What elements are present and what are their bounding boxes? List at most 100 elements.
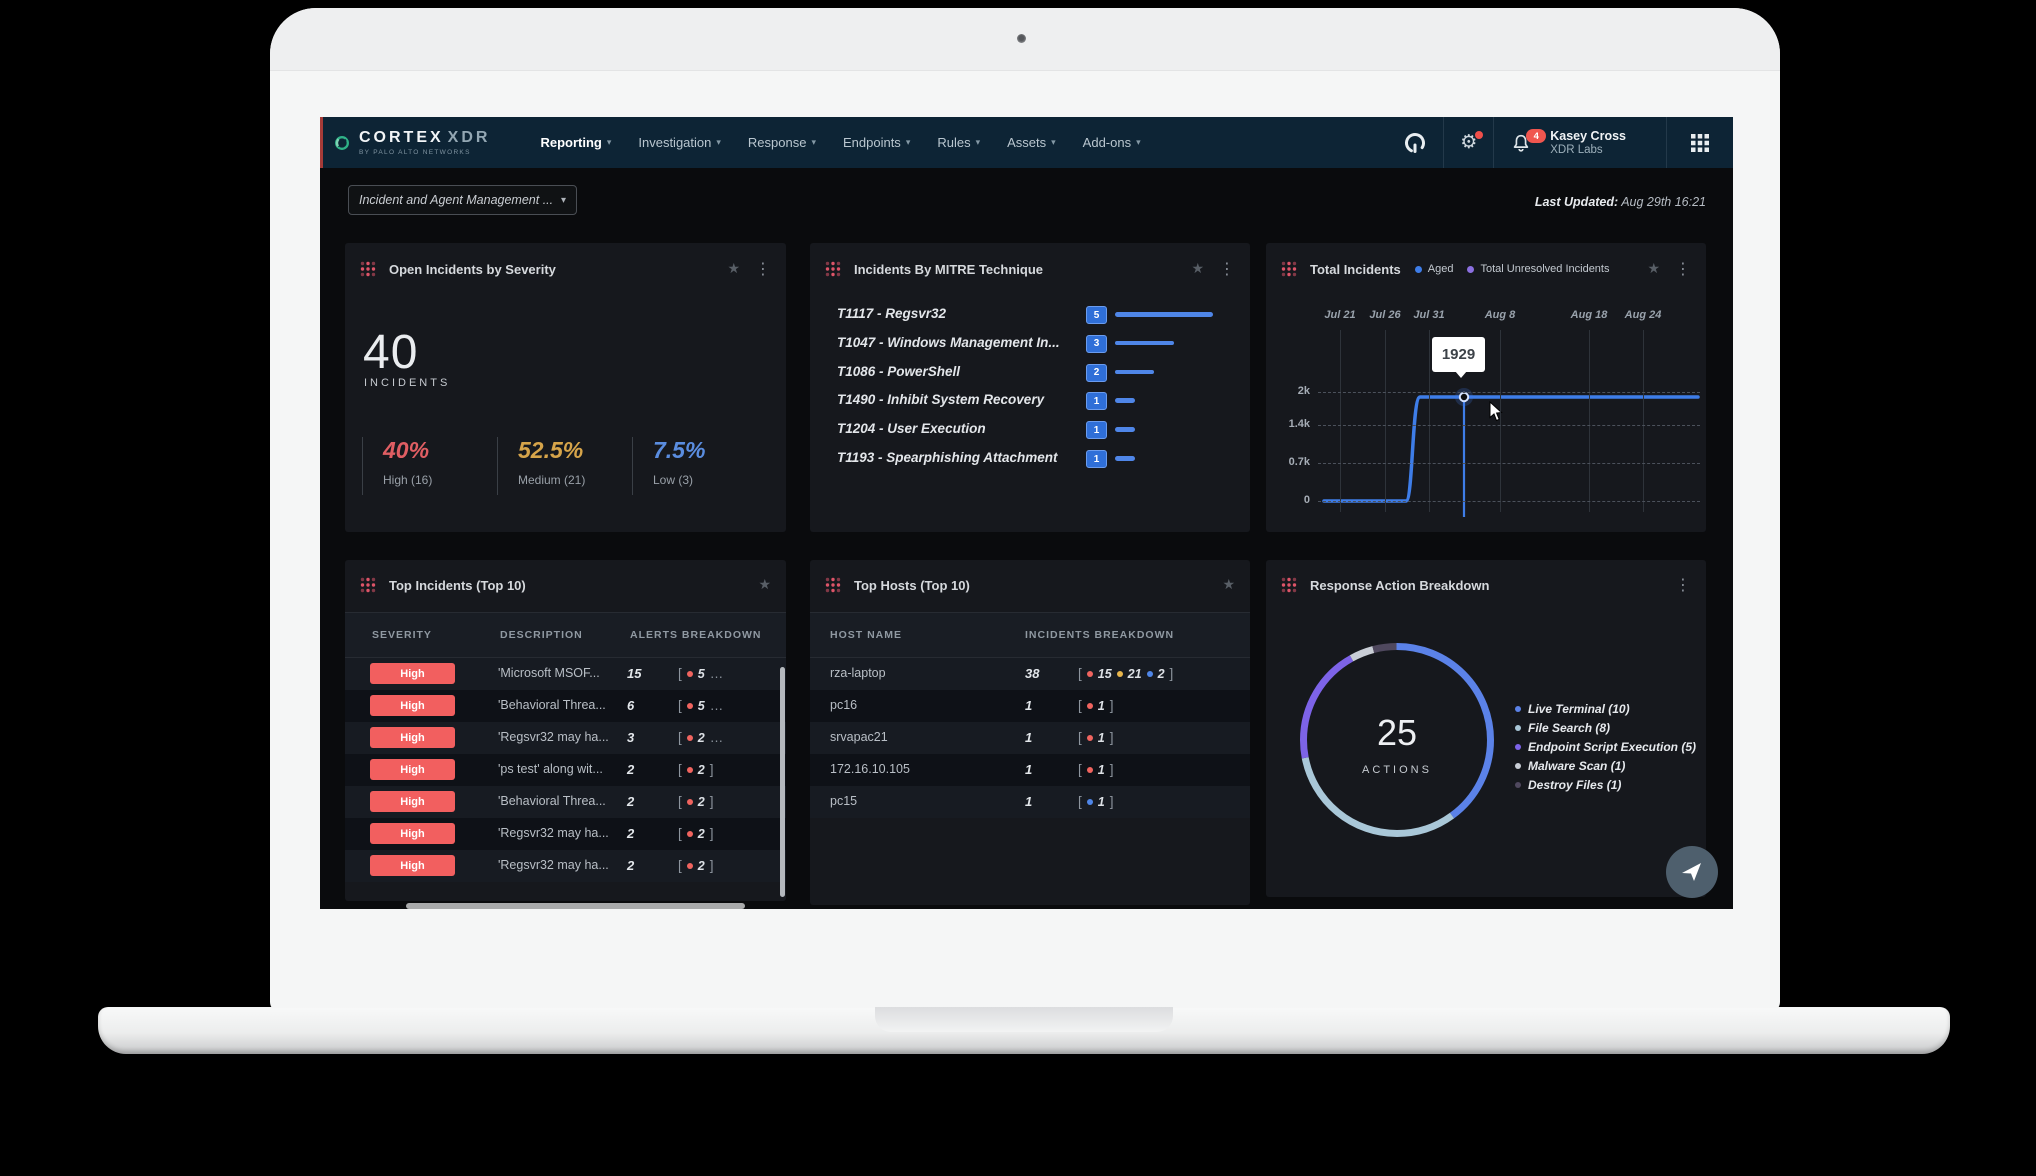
incident-table-row[interactable]: High 'Regsvr32 may ha... 2 [2]: [345, 850, 786, 882]
card-title: Total Incidents: [1310, 262, 1401, 277]
severity-dot: [687, 831, 693, 837]
kebab-menu-icon[interactable]: ⋮: [1675, 261, 1691, 277]
severity-dot: [687, 767, 693, 773]
nav-item-investigation[interactable]: Investigation▾: [638, 135, 721, 150]
donut-center-text: 25 ACTIONS: [1297, 712, 1497, 776]
actions-label: ACTIONS: [1297, 764, 1497, 776]
nav-item-reporting[interactable]: Reporting▾: [540, 135, 611, 150]
settings-gear-icon[interactable]: ⚙: [1444, 117, 1493, 168]
incident-count: 1: [1025, 762, 1032, 777]
incident-description: 'Microsoft MSOF...: [498, 666, 600, 680]
nav-item-add-ons[interactable]: Add-ons▾: [1083, 135, 1141, 150]
severity-dot: [1117, 671, 1123, 677]
incidents-breakdown: [1]: [1078, 730, 1113, 745]
brand-logo[interactable]: CORTEXXDR BY PALO ALTO NETWORKS: [334, 129, 490, 156]
star-icon[interactable]: ★: [1191, 261, 1204, 277]
nav-item-response[interactable]: Response▾: [748, 135, 816, 150]
severity-dot: [1087, 735, 1093, 741]
aged-series-line: [1324, 397, 1698, 501]
star-icon[interactable]: ★: [758, 577, 771, 593]
notifications-bell-icon[interactable]: 4: [1494, 117, 1548, 168]
y-axis-tick: 1.4k: [1270, 418, 1310, 430]
host-table-row[interactable]: pc16 1 [1]: [810, 690, 1250, 722]
alert-count: 3: [627, 730, 634, 745]
card-incidents-by-mitre-technique: Incidents By MITRE Technique ★ ⋮ T1117 -…: [810, 243, 1250, 532]
alert-count: 6: [627, 698, 634, 713]
nav-item-endpoints[interactable]: Endpoints▾: [843, 135, 910, 150]
chevron-down-icon: ▾: [607, 138, 612, 148]
nav-item-assets[interactable]: Assets▾: [1007, 135, 1056, 150]
legend-item: Malware Scan (1): [1515, 756, 1696, 775]
y-axis-tick: 2k: [1270, 385, 1310, 397]
incident-description: 'ps test' along wit...: [498, 762, 603, 776]
send-arrow-icon: [1680, 860, 1704, 884]
incident-description: 'Behavioral Threa...: [498, 698, 606, 712]
host-name: srvapac21: [830, 730, 888, 744]
pulse-icon[interactable]: [1387, 117, 1443, 168]
star-icon[interactable]: ★: [1647, 261, 1660, 277]
host-table-row[interactable]: srvapac21 1 [1]: [810, 722, 1250, 754]
widget-grid-icon: [1281, 577, 1297, 593]
vertical-scrollbar[interactable]: [780, 667, 785, 897]
alert-count: 2: [627, 826, 634, 841]
severity-badge: High: [370, 759, 455, 780]
widget-grid-icon: [825, 577, 841, 593]
legend-item: Aged: [1415, 263, 1454, 275]
incident-count: 1: [1025, 794, 1032, 809]
alerts-breakdown: [5…: [678, 698, 723, 713]
incident-table-row[interactable]: High 'Regsvr32 may ha... 3 [2…: [345, 722, 786, 754]
mitre-technique-row[interactable]: T1193 - Spearphishing Attachment 1: [810, 445, 1250, 473]
host-table-row[interactable]: 172.16.10.105 1 [1]: [810, 754, 1250, 786]
host-table-row[interactable]: rza-laptop 38 [15212]: [810, 658, 1250, 690]
brand-tagline: BY PALO ALTO NETWORKS: [359, 149, 490, 156]
incident-table-row[interactable]: High 'Behavioral Threa... 2 [2]: [345, 786, 786, 818]
horizontal-scrollbar[interactable]: [406, 903, 745, 909]
kebab-menu-icon[interactable]: ⋮: [1219, 261, 1235, 277]
mitre-technique-row[interactable]: T1204 - User Execution 1: [810, 416, 1250, 444]
x-axis-tick: Aug 8: [1465, 309, 1535, 321]
app-window: CORTEXXDR BY PALO ALTO NETWORKS Reportin…: [320, 117, 1733, 909]
nav-item-rules[interactable]: Rules▾: [937, 135, 980, 150]
severity-badge: High: [370, 727, 455, 748]
incident-table-row[interactable]: High 'Regsvr32 may ha... 2 [2]: [345, 818, 786, 850]
mitre-technique-row[interactable]: T1047 - Windows Management In... 3: [810, 330, 1250, 358]
severity-dot: [687, 799, 693, 805]
feedback-floating-button[interactable]: [1666, 846, 1718, 898]
bar: [1115, 427, 1135, 432]
kebab-menu-icon[interactable]: ⋮: [755, 261, 771, 277]
severity-stat: 40%High (16): [362, 437, 513, 495]
kebab-menu-icon[interactable]: ⋮: [1675, 577, 1691, 593]
host-name: pc15: [830, 794, 857, 808]
card-top-incidents: Top Incidents (Top 10) ★ SEVERITY DESCRI…: [345, 560, 786, 901]
chevron-down-icon: ▾: [561, 195, 566, 206]
incident-table-row[interactable]: High 'Behavioral Threa... 6 [5…: [345, 690, 786, 722]
dashboard-selector-value: Incident and Agent Management ...: [359, 193, 553, 207]
severity-badge: High: [370, 695, 455, 716]
host-table-row[interactable]: pc15 1 [1]: [810, 786, 1250, 818]
screen-edge-artifact: [320, 117, 323, 168]
bar: [1115, 312, 1213, 317]
chart-legend: AgedTotal Unresolved Incidents: [1415, 263, 1610, 275]
actions-total: 25: [1297, 712, 1497, 754]
incidents-breakdown: [1]: [1078, 698, 1113, 713]
app-launcher-grid-icon[interactable]: [1667, 117, 1733, 168]
count-badge: 1: [1086, 450, 1107, 468]
host-name: rza-laptop: [830, 666, 886, 680]
mitre-technique-row[interactable]: T1086 - PowerShell 2: [810, 359, 1250, 387]
horizontal-gridline: [1318, 501, 1700, 502]
star-icon[interactable]: ★: [727, 261, 740, 277]
mitre-technique-row[interactable]: T1117 - Regsvr32 5: [810, 301, 1250, 329]
cortex-logo-icon: [334, 135, 350, 151]
dashboard-selector-dropdown[interactable]: Incident and Agent Management ... ▾: [348, 185, 577, 215]
star-icon[interactable]: ★: [1222, 577, 1235, 593]
incident-table-row[interactable]: High 'Microsoft MSOF... 15 [5…: [345, 658, 786, 690]
laptop-lid: CORTEXXDR BY PALO ALTO NETWORKS Reportin…: [270, 8, 1780, 1012]
bar: [1115, 370, 1154, 375]
incident-table-row[interactable]: High 'ps test' along wit... 2 [2]: [345, 754, 786, 786]
user-name: Kasey Cross: [1550, 129, 1626, 143]
chart-tooltip: 1929: [1432, 337, 1485, 372]
mitre-technique-row[interactable]: T1490 - Inhibit System Recovery 1: [810, 387, 1250, 415]
laptop-hinge-notch: [875, 1007, 1173, 1032]
alert-count: 2: [627, 794, 634, 809]
user-menu[interactable]: Kasey Cross XDR Labs: [1550, 129, 1666, 156]
